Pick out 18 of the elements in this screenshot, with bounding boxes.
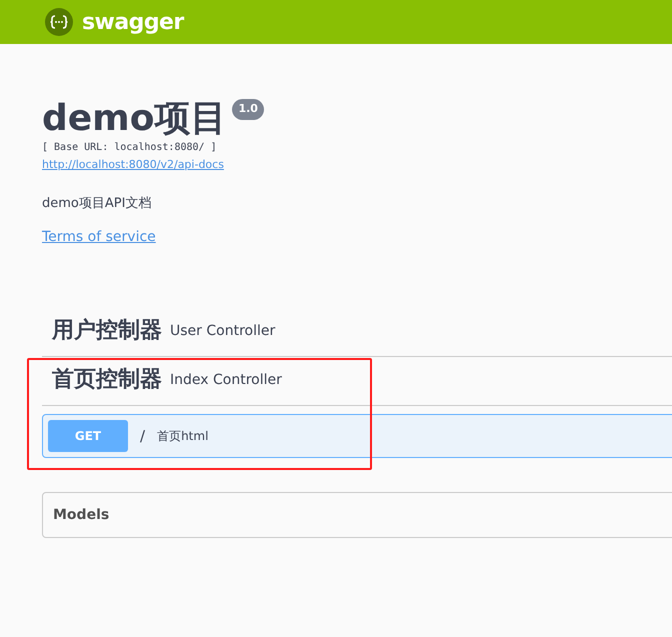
- base-url: [ Base URL: localhost:8080/ ]: [42, 141, 217, 155]
- operation-summary: 首页html: [157, 428, 208, 445]
- logo-icon: [44, 7, 74, 37]
- tag-header[interactable]: 用户控制器 User Controller: [42, 308, 672, 357]
- models-panel[interactable]: Models: [42, 492, 672, 538]
- api-description: demo项目API文档: [42, 194, 152, 212]
- operation-row[interactable]: GET / 首页html: [42, 414, 672, 458]
- tag-header[interactable]: 首页控制器 Index Controller: [42, 357, 672, 406]
- tag-description: User Controller: [170, 322, 276, 341]
- api-title: demo项目: [42, 98, 226, 140]
- version-badge: 1.0: [232, 99, 264, 120]
- brand-name: swagger: [82, 8, 184, 36]
- models-title: Models: [53, 506, 110, 524]
- path-separator: /: [140, 426, 146, 447]
- tag-description: Index Controller: [170, 371, 282, 390]
- tag-name: 首页控制器: [52, 367, 162, 393]
- tag-name: 用户控制器: [52, 318, 162, 344]
- method-badge: GET: [48, 420, 128, 452]
